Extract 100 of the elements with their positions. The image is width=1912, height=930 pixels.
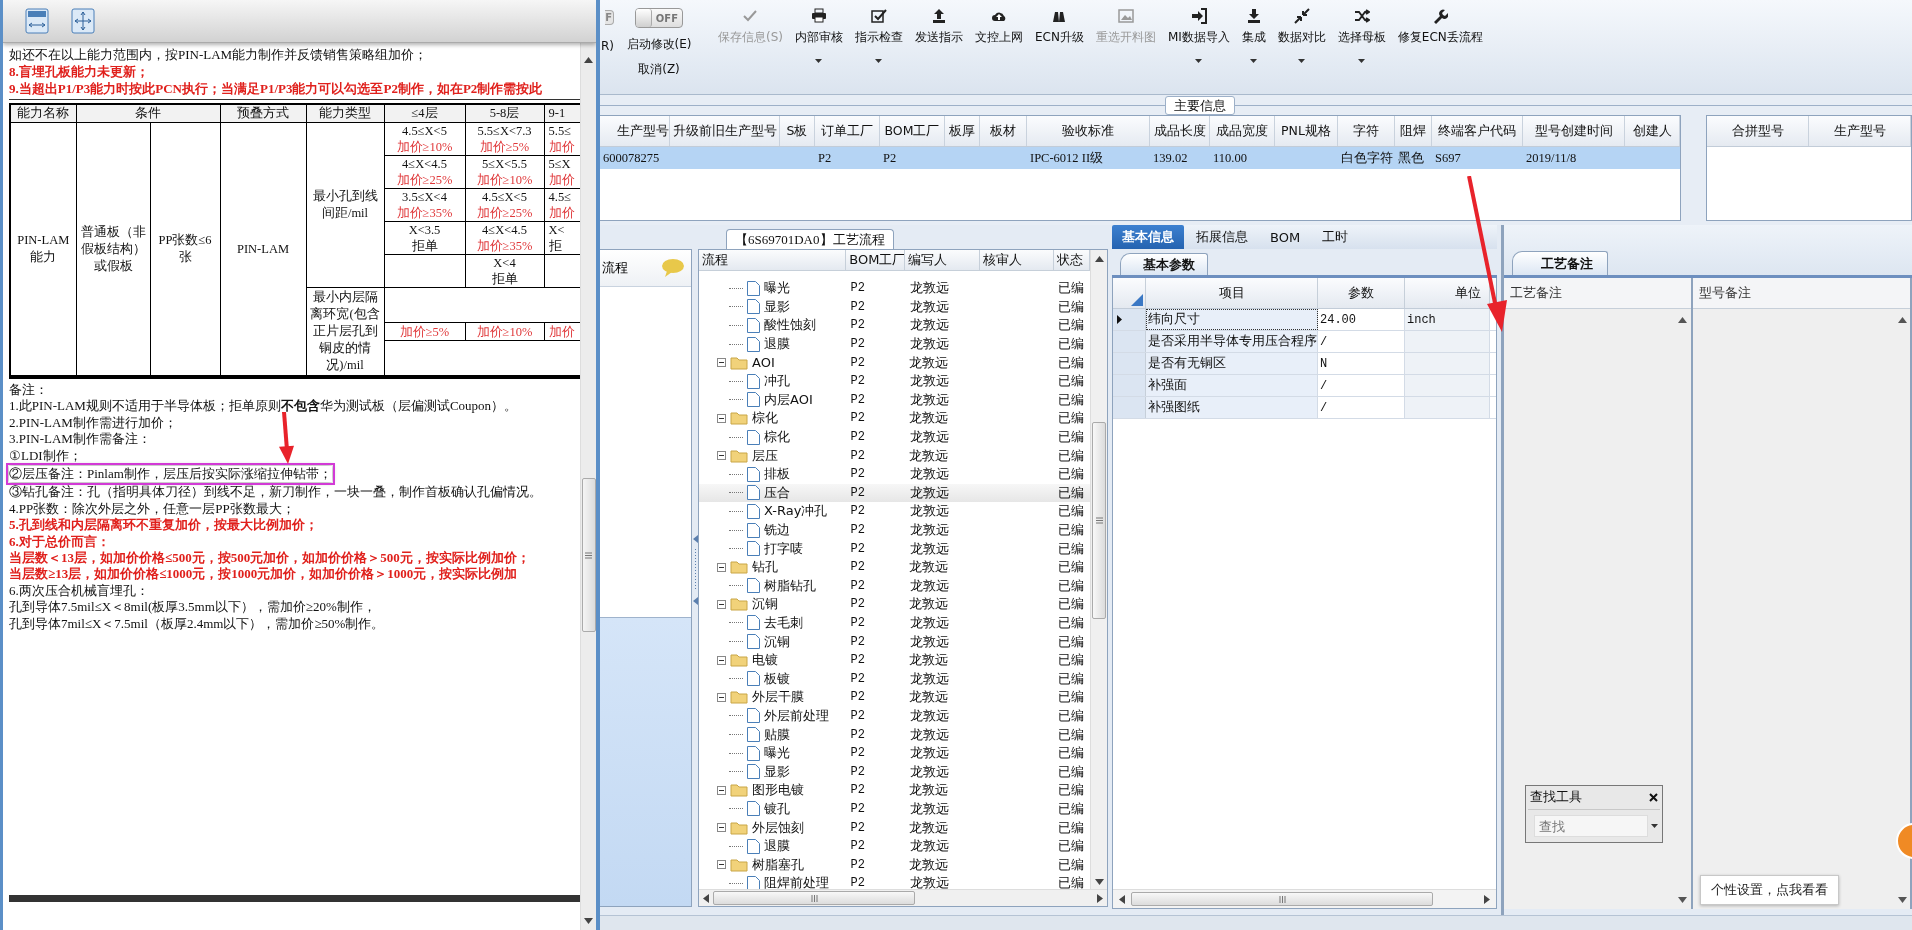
threshold-text: 4≤X<4.5 xyxy=(482,222,527,238)
threshold-text: 5≤X xyxy=(548,156,571,172)
scroll-up-icon[interactable] xyxy=(1897,317,1907,323)
scrollbar-thumb[interactable] xyxy=(581,478,596,632)
collapse-icon[interactable] xyxy=(717,413,726,423)
column-header[interactable]: 流程 xyxy=(699,250,847,270)
scroll-right-icon[interactable] xyxy=(1097,893,1103,903)
toolbar-button[interactable]: 数据对比 xyxy=(1271,8,1332,82)
scrollbar[interactable] xyxy=(699,889,1107,906)
column-header[interactable]: 生产型号 xyxy=(600,116,670,146)
fit-width-icon[interactable] xyxy=(25,8,49,34)
tab[interactable]: 拓展信息 xyxy=(1186,225,1258,249)
toolbar-button[interactable]: 修复ECN丢流程 xyxy=(1391,8,1489,82)
threshold-text: X<4 xyxy=(493,255,516,271)
column-header[interactable]: 终端客户代码 xyxy=(1432,116,1523,146)
collapse-icon[interactable] xyxy=(717,655,726,665)
column-header[interactable]: BOM工厂 xyxy=(846,250,906,270)
column-header[interactable]: BOM工厂 xyxy=(880,116,945,146)
document-icon xyxy=(747,578,760,594)
tab[interactable]: 工时 xyxy=(1312,225,1359,249)
tree-label: 铣边 xyxy=(764,521,790,539)
toolbar-button[interactable]: 取消(Z) xyxy=(638,61,680,78)
table-row[interactable]: 600078275 P2 P2 IPC-6012 II级 139.02 110.00 白色字符 黑色 S697 2019/11/8 xyxy=(600,147,1680,169)
scroll-left-icon[interactable] xyxy=(1119,894,1125,904)
column-header[interactable]: 验收标准 xyxy=(1027,116,1150,146)
column-header[interactable]: PNL规格 xyxy=(1275,116,1338,146)
corner-icon[interactable] xyxy=(1131,294,1143,306)
toolbar-button[interactable]: 选择母板 xyxy=(1331,8,1392,82)
toolbar-button[interactable]: ECN升级 xyxy=(1029,8,1090,82)
splitter-handle-icon[interactable] xyxy=(692,535,698,605)
collapse-icon[interactable] xyxy=(717,562,726,572)
toolbar-button[interactable]: 指示检查 xyxy=(849,8,909,82)
collapse-icon[interactable] xyxy=(717,692,726,702)
toolbar-label: R) xyxy=(600,39,614,53)
scroll-down-icon[interactable] xyxy=(584,918,593,924)
scroll-down-icon[interactable] xyxy=(1094,879,1104,885)
column-header[interactable]: 参数 xyxy=(1318,278,1405,308)
collapse-icon[interactable] xyxy=(717,358,726,368)
sign-in-icon xyxy=(1190,8,1207,24)
close-icon[interactable] xyxy=(1649,793,1658,802)
scrollbar-thumb[interactable] xyxy=(1131,892,1433,906)
column-header[interactable]: 成品宽度 xyxy=(1210,116,1275,146)
tab[interactable]: 基本信息 xyxy=(1112,225,1184,249)
scrollbar[interactable] xyxy=(1090,250,1107,889)
column-header[interactable]: 升级前旧生产型号 xyxy=(670,116,780,146)
column-header[interactable]: 生产型号 xyxy=(1809,116,1911,146)
column-header[interactable]: 型号创建时间 xyxy=(1523,116,1625,146)
column-header[interactable]: 创建人 xyxy=(1625,116,1680,146)
scroll-down-icon[interactable] xyxy=(1897,897,1907,903)
toolbar-button[interactable]: 发送指示 xyxy=(909,8,969,82)
column-header[interactable]: 字符 xyxy=(1338,116,1395,146)
scroll-up-icon[interactable] xyxy=(584,57,593,63)
column-header[interactable]: 订单工厂 xyxy=(815,116,880,146)
panel-tab[interactable]: 【6S69701DA0】工艺流程 xyxy=(726,229,894,249)
scroll-right-icon[interactable] xyxy=(1484,894,1490,904)
table-cell: 龙敦远 xyxy=(909,595,949,614)
column-header[interactable]: 成品长度 xyxy=(1150,116,1210,146)
table-cell: 已编 xyxy=(1057,316,1084,335)
toolbar-button[interactable]: MI数据导入 xyxy=(1161,8,1236,82)
scroll-left-icon[interactable] xyxy=(703,893,709,903)
scrollbar-thumb[interactable] xyxy=(1092,422,1106,619)
download-icon xyxy=(1245,8,1262,24)
table-cell: P2 xyxy=(850,839,865,854)
scrollbar[interactable] xyxy=(580,43,596,930)
document-text: 如还不在以上能力范围内，按PIN-LAM能力制作并反馈销售策略组加价； xyxy=(9,46,428,63)
price-text: 加价≥25% xyxy=(396,172,453,188)
tree-label: 排板 xyxy=(764,465,790,484)
collapse-icon[interactable] xyxy=(717,823,726,832)
toolbar-button[interactable]: 内部审核 xyxy=(789,8,849,82)
scroll-down-icon[interactable] xyxy=(1678,897,1688,903)
scroll-up-icon[interactable] xyxy=(1678,317,1688,323)
toolbar-button[interactable]: 集成 xyxy=(1235,8,1272,82)
panel-tab[interactable]: 基本参数 xyxy=(1120,253,1208,275)
scrollbar[interactable] xyxy=(1113,889,1496,908)
scrollbar-thumb[interactable] xyxy=(713,891,915,905)
column-header[interactable]: 项目 xyxy=(1146,278,1318,308)
column-header[interactable]: 编写人 xyxy=(905,250,980,270)
tree-label: 曝光 xyxy=(764,744,790,763)
collapse-icon[interactable] xyxy=(717,860,726,870)
scroll-up-icon[interactable] xyxy=(1094,256,1104,262)
column-header[interactable]: 板材 xyxy=(980,116,1027,146)
panel-tab[interactable]: 工艺备注 xyxy=(1512,251,1608,275)
row-header[interactable] xyxy=(1113,309,1146,330)
column-header[interactable]: S板 xyxy=(780,116,815,146)
column-header[interactable]: 板厚 xyxy=(945,116,980,146)
column-header[interactable]: 合拼型号 xyxy=(1707,116,1809,146)
column-header[interactable]: 核审人 xyxy=(979,250,1054,270)
table-cell: P2 xyxy=(850,801,865,816)
fit-page-icon[interactable] xyxy=(71,8,95,34)
collapse-icon[interactable] xyxy=(717,451,726,461)
search-field[interactable]: 查找 xyxy=(1534,815,1648,837)
column-header[interactable]: 阻焊 xyxy=(1395,116,1432,146)
collapse-icon[interactable] xyxy=(717,599,726,609)
toolbar-button[interactable]: 启动修改(E) xyxy=(626,36,692,53)
tab[interactable]: BOM xyxy=(1260,225,1311,249)
toggle-switch[interactable]: OFF xyxy=(635,8,683,28)
note-line: 当层数＜13层，如加价价格≤500元，按500元加价，如加价价格＞500元，按实际比例加价； xyxy=(9,550,530,567)
collapse-icon[interactable] xyxy=(717,785,726,795)
toolbar-button[interactable]: 文控上网 xyxy=(969,8,1029,82)
document-icon xyxy=(747,336,760,352)
